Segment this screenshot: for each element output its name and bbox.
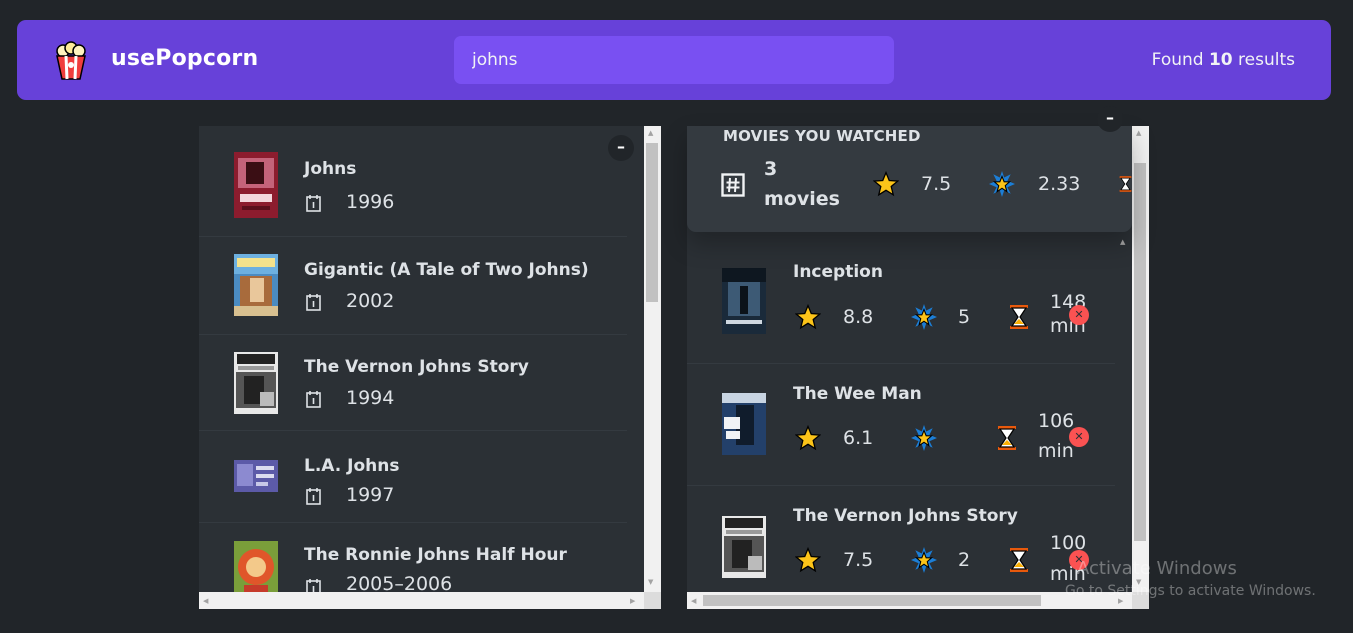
avg-user-rating: 2.33 [1038, 173, 1081, 195]
movie-poster [234, 152, 278, 218]
scrollbar-thumb[interactable] [1134, 163, 1146, 541]
scroll-down-arrow[interactable]: ▼ [648, 578, 653, 586]
movie-title: Inception [793, 262, 883, 282]
vertical-scrollbar[interactable]: ▲ ▼ [1132, 126, 1149, 592]
hourglass-icon [998, 426, 1016, 450]
movie-poster [234, 352, 278, 414]
imdb-rating: 8.8 [843, 306, 874, 328]
movie-title: L.A. Johns [304, 456, 400, 476]
movie-poster [722, 393, 766, 455]
scroll-right-arrow[interactable]: ▶ [630, 597, 635, 605]
scroll-left-arrow[interactable]: ◀ [691, 597, 696, 605]
watched-item: The Vernon Johns Story 7.5 2 100 min ✕ [687, 486, 1115, 608]
movie-title: The Vernon Johns Story [793, 506, 1018, 526]
popcorn-icon [56, 41, 86, 80]
watched-count-label: movies [764, 188, 840, 210]
movie-title: Gigantic (A Tale of Two Johns) [304, 260, 589, 280]
runtime-value: 106 [1038, 410, 1075, 432]
movie-year: 1996 [346, 191, 395, 213]
hourglass-icon [1119, 176, 1132, 192]
star-icon [795, 547, 821, 573]
movie-poster [722, 268, 766, 334]
summary-heading: MOVIES YOU WATCHED [723, 127, 921, 145]
user-rating: 2 [958, 549, 971, 571]
scrollbar-thumb[interactable] [703, 595, 1041, 606]
scrollbar-thumb[interactable] [646, 143, 658, 302]
sparkle-star-icon [911, 547, 937, 573]
sparkle-star-icon [989, 171, 1015, 197]
calendar-icon [306, 391, 321, 408]
user-rating: 5 [958, 306, 971, 328]
movie-title: The Ronnie Johns Half Hour [304, 545, 567, 565]
hash-icon [721, 173, 745, 197]
hourglass-icon [1010, 548, 1028, 572]
watched-count: 3 [764, 158, 778, 180]
movie-title: Johns [304, 159, 357, 179]
scrollbar-corner [644, 592, 661, 609]
calendar-icon [306, 294, 321, 311]
movie-poster [234, 460, 278, 492]
horizontal-scrollbar[interactable]: ◀ ▶ [199, 592, 644, 609]
search-results-box: Johns 1996 Gigantic (A Tale of Two Johns… [199, 126, 661, 609]
movie-year: 2002 [346, 290, 395, 312]
star-icon [795, 425, 821, 451]
movie-title: The Wee Man [793, 384, 922, 404]
movie-year: 1997 [346, 484, 395, 506]
movie-title: The Vernon Johns Story [304, 357, 529, 377]
scroll-left-arrow[interactable]: ◀ [203, 597, 208, 605]
watched-item: The Wee Man 6.1 106 min ✕ [687, 364, 1115, 486]
list-item[interactable]: L.A. Johns 1997 [199, 431, 627, 523]
hourglass-icon [1010, 305, 1028, 329]
delete-button[interactable]: ✕ [1069, 427, 1089, 447]
star-icon [795, 304, 821, 330]
imdb-rating: 7.5 [843, 549, 874, 571]
results-count: Found 10 results [1151, 50, 1295, 70]
avg-imdb-rating: 7.5 [921, 173, 952, 195]
watched-summary: MOVIES YOU WATCHED 3 movies 7.5 2.33 – [687, 106, 1132, 232]
movie-poster [234, 254, 278, 316]
vertical-scrollbar[interactable]: ▲ ▼ [644, 126, 661, 592]
movie-poster [722, 516, 766, 578]
scroll-up-arrow[interactable]: ▲ [1136, 129, 1141, 137]
scroll-up-arrow[interactable]: ▲ [1120, 238, 1125, 246]
watched-item: Inception 8.8 5 148 min ✕ [687, 242, 1115, 364]
sparkle-star-icon [911, 425, 937, 451]
toggle-watched-button[interactable]: – [1097, 106, 1123, 132]
list-item[interactable]: Johns 1996 [199, 126, 627, 237]
list-item[interactable]: The Vernon Johns Story 1994 [199, 335, 627, 431]
list-item[interactable]: Gigantic (A Tale of Two Johns) 2002 [199, 237, 627, 335]
sparkle-star-icon [911, 304, 937, 330]
calendar-icon [306, 195, 321, 212]
movie-year: 1994 [346, 387, 395, 409]
scroll-up-arrow[interactable]: ▲ [648, 129, 653, 137]
toggle-list-button[interactable]: – [608, 135, 634, 161]
imdb-rating: 6.1 [843, 427, 874, 449]
delete-button[interactable]: ✕ [1069, 305, 1089, 325]
search-input[interactable] [454, 36, 894, 84]
calendar-icon [306, 488, 321, 505]
app-logo-text: usePopcorn [111, 46, 259, 71]
runtime-unit: min [1038, 440, 1074, 462]
windows-watermark-subtitle: Go to Settings to activate Windows. [1065, 583, 1316, 599]
star-icon [873, 171, 899, 197]
windows-watermark-title: Activate Windows [1077, 558, 1237, 579]
